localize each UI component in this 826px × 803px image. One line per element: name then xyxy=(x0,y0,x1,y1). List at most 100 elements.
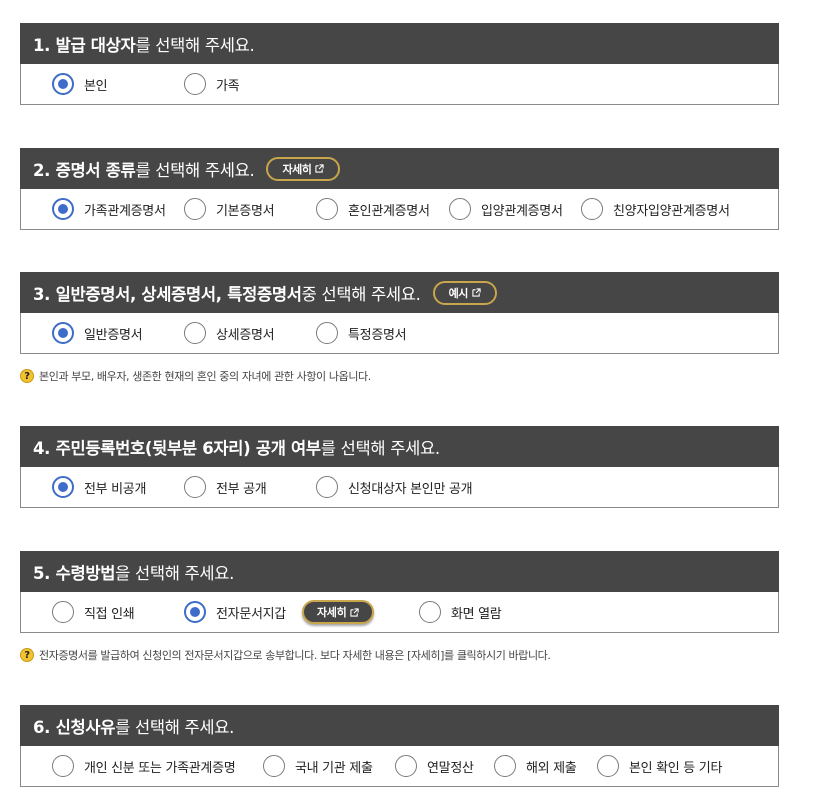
radio-selected[interactable] xyxy=(52,476,74,498)
radio-unselected[interactable] xyxy=(395,755,417,777)
option-label: 특정증명서 xyxy=(348,327,407,343)
radio-option-print[interactable]: 직접 인쇄 xyxy=(52,592,135,632)
option-label: 친양자입양관계증명서 xyxy=(613,203,730,219)
radio-option-all-public[interactable]: 전부 공개 xyxy=(184,467,267,507)
section-title: 1. 발급 대상자 xyxy=(33,35,136,55)
section-title-rest: 를 선택해 주세요. xyxy=(115,717,235,737)
help-text: 본인과 부모, 배우자, 생존한 현재의 혼인 중의 자녀에 관한 사항이 나옵… xyxy=(39,370,371,383)
section-reason: 6. 신청사유 를 선택해 주세요. 개인 신분 또는 가족관계증명 국내 기관 … xyxy=(20,705,779,787)
radio-unselected[interactable] xyxy=(449,198,471,220)
external-link-icon xyxy=(472,288,481,297)
section-header: 5. 수령방법 을 선택해 주세요. xyxy=(20,551,779,592)
option-label: 가족 xyxy=(216,78,240,94)
option-label: 연말정산 xyxy=(427,760,474,776)
radio-option-self-only[interactable]: 신청대상자 본인만 공개 xyxy=(316,467,473,507)
section-header: 3. 일반증명서, 상세증명서, 특정증명서 중 선택해 주세요. 예시 xyxy=(20,272,779,313)
section-id-disclosure: 4. 주민등록번호(뒷부분 6자리) 공개 여부 를 선택해 주세요. 전부 비공… xyxy=(20,426,779,508)
radio-unselected[interactable] xyxy=(419,601,441,623)
option-label: 일반증명서 xyxy=(84,327,143,343)
radio-option-general[interactable]: 일반증명서 xyxy=(52,313,143,353)
option-label: 혼인관계증명서 xyxy=(348,203,430,219)
radio-option-full-adoption[interactable]: 친양자입양관계증명서 xyxy=(581,189,730,229)
radio-unselected[interactable] xyxy=(184,322,206,344)
option-label: 본인 xyxy=(84,78,108,94)
radio-unselected[interactable] xyxy=(581,198,603,220)
option-label: 해외 제출 xyxy=(526,760,577,776)
radio-selected[interactable] xyxy=(52,322,74,344)
radio-option-detailed[interactable]: 상세증명서 xyxy=(184,313,275,353)
section-receive-method: 5. 수령방법 을 선택해 주세요. 직접 인쇄 전자문서지갑 자세히 화면 열람 xyxy=(20,551,779,633)
option-label: 전부 비공개 xyxy=(84,481,147,497)
radio-unselected[interactable] xyxy=(597,755,619,777)
radio-selected[interactable] xyxy=(184,601,206,623)
section-header: 4. 주민등록번호(뒷부분 6자리) 공개 여부 를 선택해 주세요. xyxy=(20,426,779,467)
section-title: 6. 신청사유 xyxy=(33,717,116,737)
radio-unselected[interactable] xyxy=(184,476,206,498)
option-label: 기본증명서 xyxy=(216,203,275,219)
section-title-rest: 을 선택해 주세요. xyxy=(115,563,235,583)
section-title: 4. 주민등록번호(뒷부분 6자리) 공개 여부 xyxy=(33,438,321,458)
button-label: 자세히 xyxy=(282,162,312,176)
radio-unselected[interactable] xyxy=(52,601,74,623)
option-label: 직접 인쇄 xyxy=(84,606,135,622)
radio-option-adoption[interactable]: 입양관계증명서 xyxy=(449,189,563,229)
radio-unselected[interactable] xyxy=(184,73,206,95)
option-label: 입양관계증명서 xyxy=(481,203,563,219)
radio-option-family[interactable]: 가족 xyxy=(184,64,240,104)
section-title-rest: 를 선택해 주세요. xyxy=(135,35,255,55)
radio-option-basic[interactable]: 기본증명서 xyxy=(184,189,275,229)
section-target: 1. 발급 대상자 를 선택해 주세요. 본인 가족 xyxy=(20,23,779,105)
radio-unselected[interactable] xyxy=(316,322,338,344)
radio-option-self[interactable]: 본인 xyxy=(52,64,108,104)
radio-unselected[interactable] xyxy=(316,198,338,220)
help-note: ? 전자증명서를 발급하여 신청인의 전자문서지갑으로 송부합니다. 보다 자세… xyxy=(20,647,551,663)
detail-button[interactable]: 자세히 xyxy=(266,156,341,181)
button-label: 예시 xyxy=(448,286,469,300)
question-icon: ? xyxy=(20,369,34,383)
section-title: 3. 일반증명서, 상세증명서, 특정증명서 xyxy=(33,284,302,304)
radio-option-screen-view[interactable]: 화면 열람 xyxy=(419,592,502,632)
option-label: 신청대상자 본인만 공개 xyxy=(348,481,473,497)
radio-option-other[interactable]: 본인 확인 등 기타 xyxy=(597,746,722,786)
detail-button[interactable]: 자세히 xyxy=(301,600,375,624)
question-icon: ? xyxy=(20,648,34,662)
radio-selected[interactable] xyxy=(52,73,74,95)
help-note: ? 본인과 부모, 배우자, 생존한 현재의 혼인 중의 자녀에 관한 사항이 … xyxy=(20,368,371,384)
radio-unselected[interactable] xyxy=(494,755,516,777)
radio-unselected[interactable] xyxy=(184,198,206,220)
option-label: 전자문서지갑 xyxy=(216,606,286,622)
section-title-rest: 를 선택해 주세요. xyxy=(320,438,440,458)
radio-option-all-private[interactable]: 전부 비공개 xyxy=(52,467,146,507)
option-label: 국내 기관 제출 xyxy=(295,760,373,776)
section-header: 1. 발급 대상자 를 선택해 주세요. xyxy=(20,23,779,64)
option-group: 본인 가족 xyxy=(20,64,779,105)
option-group: 전부 비공개 전부 공개 신청대상자 본인만 공개 xyxy=(20,467,779,508)
option-label: 화면 열람 xyxy=(451,606,502,622)
button-label: 자세히 xyxy=(316,606,347,619)
option-group: 가족관계증명서 기본증명서 혼인관계증명서 입양관계증명서 친양자입양관계증명서 xyxy=(20,189,779,230)
section-header: 2. 증명서 종류 를 선택해 주세요. 자세히 xyxy=(20,148,779,189)
help-text: 전자증명서를 발급하여 신청인의 전자문서지갑으로 송부합니다. 보다 자세한 … xyxy=(39,649,551,662)
option-label: 가족관계증명서 xyxy=(84,203,166,219)
radio-option-tax[interactable]: 연말정산 xyxy=(395,746,474,786)
radio-unselected[interactable] xyxy=(263,755,285,777)
example-button[interactable]: 예시 xyxy=(432,280,497,305)
radio-option-overseas[interactable]: 해외 제출 xyxy=(494,746,577,786)
option-label: 개인 신분 또는 가족관계증명 xyxy=(84,760,236,776)
radio-selected[interactable] xyxy=(52,198,74,220)
option-label: 본인 확인 등 기타 xyxy=(629,760,723,776)
radio-option-marriage[interactable]: 혼인관계증명서 xyxy=(316,189,430,229)
radio-option-family-relation[interactable]: 가족관계증명서 xyxy=(52,189,166,229)
option-label: 전부 공개 xyxy=(216,481,267,497)
section-certificate-type: 2. 증명서 종류 를 선택해 주세요. 자세히 가족관계증명서 기본증명서 혼인… xyxy=(20,148,779,230)
external-link-icon xyxy=(315,164,324,173)
radio-option-domestic[interactable]: 국내 기관 제출 xyxy=(263,746,373,786)
radio-option-specific[interactable]: 특정증명서 xyxy=(316,313,407,353)
radio-unselected[interactable] xyxy=(52,755,74,777)
option-group: 일반증명서 상세증명서 특정증명서 xyxy=(20,313,779,354)
section-title-rest: 를 선택해 주세요. xyxy=(135,160,255,180)
radio-option-identity[interactable]: 개인 신분 또는 가족관계증명 xyxy=(52,746,236,786)
external-link-icon xyxy=(350,607,360,617)
radio-unselected[interactable] xyxy=(316,476,338,498)
radio-option-e-wallet[interactable]: 전자문서지갑 자세히 xyxy=(184,592,375,632)
